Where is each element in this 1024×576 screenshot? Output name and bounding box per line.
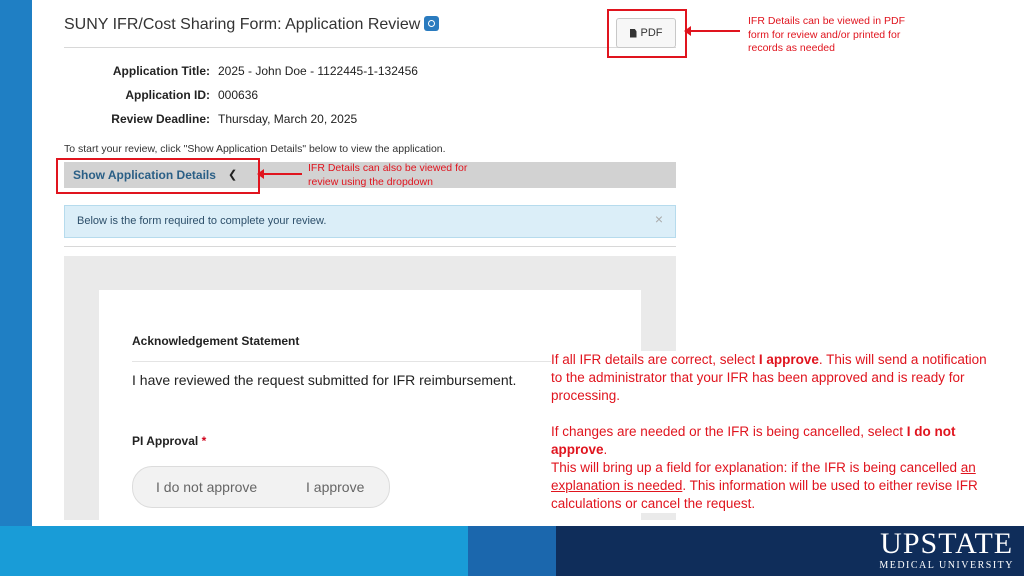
pdf-arrow bbox=[684, 26, 740, 36]
left-accent-bar bbox=[0, 0, 32, 526]
details-highlight-box bbox=[56, 158, 260, 194]
alert-divider bbox=[64, 246, 676, 247]
footer-segment-mid bbox=[468, 526, 556, 576]
footer-segment-light bbox=[0, 526, 468, 576]
acknowledgement-text: I have reviewed the request submitted fo… bbox=[132, 372, 517, 388]
application-title-value: 2025 - John Doe - 1122445-1-132456 bbox=[218, 64, 418, 78]
pdf-annotation: IFR Details can be viewed in PDF form fo… bbox=[748, 15, 905, 54]
page-title: SUNY IFR/Cost Sharing Form: Application … bbox=[64, 16, 421, 33]
application-title-row: Application Title: 2025 - John Doe - 1122… bbox=[64, 64, 418, 78]
application-title-label: Application Title: bbox=[112, 64, 210, 78]
instruction-explanation-text-a: This will bring up a field for explanati… bbox=[551, 460, 961, 475]
review-deadline-row: Review Deadline: Thursday, March 20, 2025 bbox=[64, 112, 357, 126]
approval-toggle[interactable]: I do not approve I approve bbox=[132, 466, 390, 508]
logo-wordmark: UPSTATE bbox=[880, 527, 1014, 560]
instruction-approve-emphasis: I approve bbox=[758, 352, 819, 367]
close-icon[interactable]: × bbox=[655, 211, 663, 227]
option-do-not-approve[interactable]: I do not approve bbox=[156, 479, 257, 495]
instruction-explanation: This will bring up a field for explanati… bbox=[551, 459, 1001, 513]
title-divider bbox=[64, 47, 676, 48]
acknowledgement-divider bbox=[132, 361, 608, 362]
instruction-gap bbox=[551, 405, 1001, 423]
pi-approval-label: PI Approval * bbox=[132, 434, 206, 448]
logo-subtitle: MEDICAL UNIVERSITY bbox=[879, 560, 1014, 571]
application-id-label: Application ID: bbox=[125, 88, 210, 102]
approval-instructions: If all IFR details are correct, select I… bbox=[551, 351, 1001, 513]
application-id-row: Application ID: 000636 bbox=[64, 88, 258, 102]
instruction-not-approve: If changes are needed or the IFR is bein… bbox=[551, 423, 1001, 459]
pi-approval-label-text: PI Approval bbox=[132, 434, 199, 448]
info-alert: Below is the form required to complete y… bbox=[64, 205, 676, 238]
review-deadline-value: Thursday, March 20, 2025 bbox=[218, 112, 358, 126]
instruction-approve: If all IFR details are correct, select I… bbox=[551, 351, 1001, 405]
page-title-row: SUNY IFR/Cost Sharing Form: Application … bbox=[64, 16, 440, 34]
option-approve[interactable]: I approve bbox=[306, 479, 364, 495]
review-hint: To start your review, click "Show Applic… bbox=[64, 143, 446, 155]
instruction-approve-text-a: If all IFR details are correct, select bbox=[551, 352, 759, 367]
upstate-logo: UPSTATE MEDICAL UNIVERSITY bbox=[879, 528, 1014, 572]
acknowledgement-title: Acknowledgement Statement bbox=[132, 334, 300, 348]
instruction-not-approve-text-b: . bbox=[603, 442, 608, 457]
details-arrow bbox=[257, 169, 302, 179]
required-asterisk: * bbox=[201, 434, 207, 448]
application-id-value: 000636 bbox=[218, 88, 259, 102]
pdf-highlight-box bbox=[607, 9, 687, 58]
info-alert-text: Below is the form required to complete y… bbox=[77, 215, 327, 227]
footer-band: UPSTATE MEDICAL UNIVERSITY bbox=[0, 526, 1024, 576]
review-deadline-label: Review Deadline: bbox=[111, 112, 210, 126]
help-icon[interactable] bbox=[424, 16, 440, 31]
instruction-not-approve-text-a: If changes are needed or the IFR is bein… bbox=[551, 424, 907, 439]
dropdown-annotation: IFR Details can also be viewed for revie… bbox=[308, 162, 468, 188]
